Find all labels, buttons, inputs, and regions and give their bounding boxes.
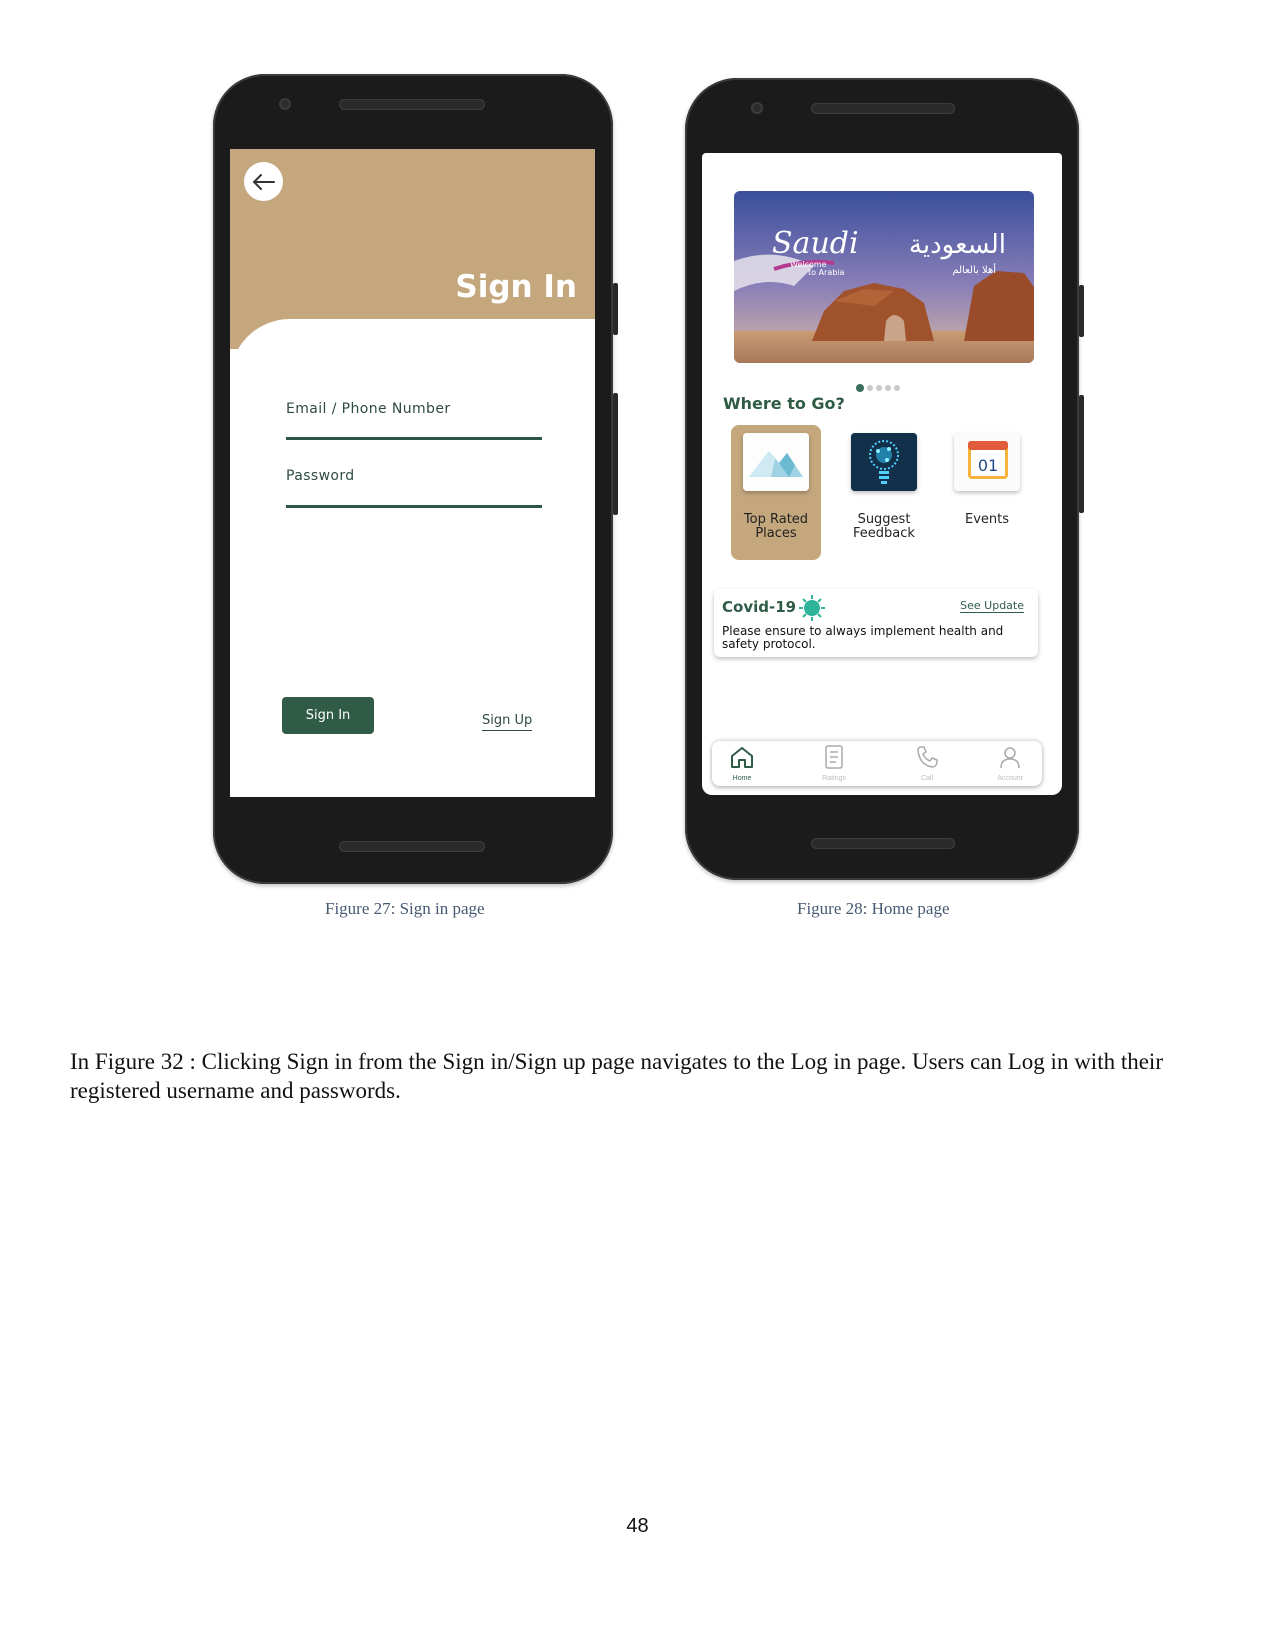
lightbulb-icon — [851, 433, 917, 491]
category-label: Events — [964, 512, 1009, 527]
svg-text:to Arabia: to Arabia — [808, 268, 845, 277]
email-label: Email / Phone Number — [286, 401, 451, 417]
speaker-grille — [811, 103, 955, 114]
signin-button[interactable]: Sign In — [282, 697, 374, 734]
front-camera — [279, 98, 291, 110]
mountain-icon — [743, 433, 809, 491]
home-screen: Saudi Welcome to Arabia السعودية أهلا با… — [702, 153, 1062, 795]
bottom-tab-bar: Home Ratings Call Account — [712, 741, 1042, 786]
email-field[interactable] — [286, 437, 542, 440]
carousel-dot[interactable] — [876, 385, 882, 391]
figure-caption: Figure 27: Sign in page — [325, 899, 485, 918]
phone-frame-signin: Sign In Email / Phone Number Password Si… — [213, 74, 613, 884]
password-label: Password — [286, 468, 355, 484]
phone-icon — [917, 746, 938, 768]
category-label: Suggest Feedback — [853, 512, 915, 541]
covid-title: Covid-19 — [722, 598, 797, 616]
back-button[interactable] — [244, 162, 283, 201]
figure-caption: Figure 28: Home page — [797, 899, 950, 918]
tab-home[interactable]: Home — [712, 745, 772, 782]
category-top-rated-places[interactable]: Top Rated Places — [731, 425, 821, 560]
power-button — [613, 283, 618, 335]
covid-message: Please ensure to always implement health… — [722, 624, 1004, 651]
signup-link[interactable]: Sign Up — [482, 713, 533, 731]
rock-landscape-image: Saudi Welcome to Arabia السعودية أهلا با… — [734, 191, 1034, 363]
arrow-left-icon — [252, 173, 275, 190]
tab-ratings[interactable]: Ratings — [804, 745, 864, 782]
bottom-speaker — [339, 841, 485, 852]
covid-card[interactable]: Covid-19 See Update Please ensure to alw… — [714, 589, 1038, 657]
see-update-link[interactable]: See Update — [960, 599, 1024, 613]
svg-text:أهلا بالعالم: أهلا بالعالم — [952, 263, 996, 276]
carousel-dot[interactable] — [894, 385, 900, 391]
password-field[interactable] — [286, 505, 542, 508]
svg-text:01: 01 — [978, 456, 998, 475]
carousel-indicator[interactable] — [856, 384, 900, 392]
user-icon — [1000, 747, 1020, 769]
hero-banner[interactable]: Saudi Welcome to Arabia السعودية أهلا با… — [734, 191, 1034, 363]
tab-account[interactable]: Account — [980, 745, 1040, 782]
body-paragraph: In Figure 32 : Clicking Sign in from the… — [70, 1049, 1163, 1103]
category-label: Top Rated Places — [743, 512, 809, 541]
speaker-grille — [339, 99, 485, 110]
home-icon — [731, 747, 753, 768]
page-title: Sign In — [455, 269, 577, 305]
document-icon — [825, 745, 843, 769]
volume-button — [613, 393, 618, 515]
carousel-dot[interactable] — [885, 385, 891, 391]
carousel-dot[interactable] — [856, 384, 864, 392]
svg-text:السعودية: السعودية — [909, 230, 1006, 260]
carousel-dot[interactable] — [867, 385, 873, 391]
bottom-speaker — [811, 838, 955, 849]
virus-icon — [799, 595, 825, 621]
phone-frame-home: Saudi Welcome to Arabia السعودية أهلا با… — [685, 78, 1079, 880]
front-camera — [751, 102, 763, 114]
signin-screen: Sign In Email / Phone Number Password Si… — [230, 149, 595, 797]
page-number: 48 — [626, 1515, 649, 1537]
category-events[interactable]: 01 Events — [942, 425, 1032, 560]
tab-call[interactable]: Call — [897, 745, 957, 782]
calendar-icon: 01 — [954, 433, 1020, 491]
power-button — [1079, 285, 1084, 337]
svg-text:Saudi: Saudi — [772, 226, 859, 261]
volume-button — [1079, 395, 1084, 513]
section-title: Where to Go? — [723, 394, 845, 413]
category-suggest-feedback[interactable]: Suggest Feedback — [839, 425, 929, 560]
